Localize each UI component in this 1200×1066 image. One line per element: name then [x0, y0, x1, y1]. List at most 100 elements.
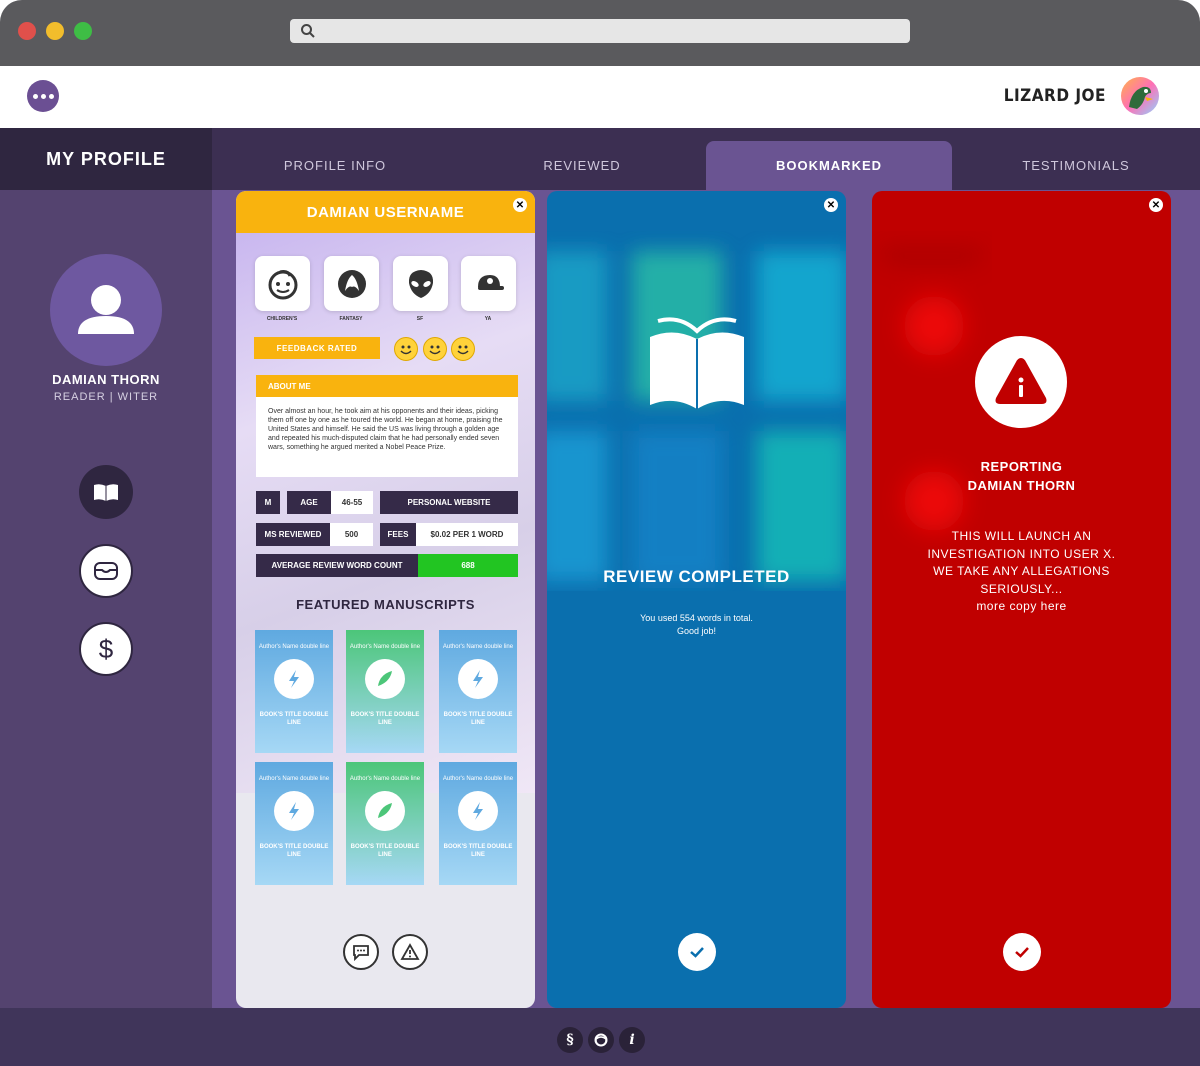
alert-triangle-icon [995, 358, 1047, 404]
report-body-line: THIS WILL LAUNCH AN [951, 529, 1092, 543]
lightning-icon [458, 659, 498, 699]
report-button[interactable] [392, 934, 428, 970]
book-icon [94, 484, 118, 501]
more-menu-button[interactable] [27, 80, 59, 112]
alien-icon [408, 269, 433, 298]
card-title: DAMIAN USERNAME [236, 191, 535, 233]
sidebar-payments-button[interactable]: $ [79, 622, 133, 676]
manuscript-author: Author's Name double line [442, 776, 514, 782]
lightning-icon [274, 791, 314, 831]
genre-label: YA [484, 316, 492, 322]
close-review-card-button[interactable]: ✕ [824, 198, 838, 212]
report-body-line: INVESTIGATION INTO USER X. [927, 546, 1116, 561]
close-window-button[interactable] [18, 22, 36, 40]
profile-avatar [50, 254, 162, 366]
manuscript-author: Author's Name double line [442, 644, 514, 650]
genre-sf[interactable] [393, 256, 448, 311]
manuscript-title: BOOK'S TITLE DOUBLE LINE [350, 844, 420, 858]
manuscript-title: BOOK'S TITLE DOUBLE LINE [350, 712, 420, 726]
sidebar-books-button[interactable] [79, 465, 133, 519]
legal-icon[interactable]: § [557, 1027, 583, 1053]
report-title-line2: DAMIAN THORN [967, 478, 1076, 493]
age-label: AGE [287, 491, 331, 514]
child-face-icon [268, 269, 297, 299]
manuscript-card[interactable]: Author's Name double line BOOK'S TITLE DO… [439, 630, 517, 753]
dollar-icon: $ [98, 633, 114, 664]
cap-icon [477, 274, 504, 290]
fees-value: $0.02 PER 1 WORD [416, 523, 518, 546]
profile-card: DAMIAN USERNAME ✕ CHILDREN'S FANTASY SF … [236, 191, 535, 1008]
tab-testimonials[interactable]: TESTIMONIALS [953, 141, 1199, 190]
smiley-icon [394, 337, 418, 361]
confirm-review-button[interactable] [678, 933, 716, 971]
maximize-window-button[interactable] [74, 22, 92, 40]
genre-label: SF [416, 316, 424, 322]
profile-name: DAMIAN THORN [52, 372, 160, 387]
fees-label: FEES [380, 523, 416, 546]
review-completed-card: ✕ REVIEW COMPLETED You used 554 words in… [547, 191, 846, 1008]
avg-word-count-label: AVERAGE REVIEW WORD COUNT [256, 554, 418, 577]
feedback-rated-label: FEEDBACK RATED [254, 337, 380, 359]
personal-website-button[interactable]: PERSONAL WEBSITE [380, 491, 518, 514]
about-me-heading: ABOUT ME [256, 375, 518, 397]
manuscript-author: Author's Name double line [258, 644, 330, 650]
current-username: LIZARD JOE [1003, 86, 1106, 106]
message-button[interactable] [343, 934, 379, 970]
tab-reviewed[interactable]: REVIEWED [459, 141, 705, 190]
minimize-window-button[interactable] [46, 22, 64, 40]
genre-childrens[interactable] [255, 256, 310, 311]
open-book-icon [650, 317, 744, 409]
report-title-line1: REPORTING [980, 459, 1063, 474]
feather-icon [365, 659, 405, 699]
report-body-line: more copy here [976, 599, 1067, 613]
manuscript-card[interactable]: Author's Name double line BOOK'S TITLE DO… [346, 762, 424, 885]
search-icon [301, 24, 315, 38]
manuscript-card[interactable]: Author's Name double line BOOK'S TITLE DO… [255, 762, 333, 885]
report-body-line: WE TAKE ANY ALLEGATIONS [933, 564, 1110, 578]
genre-ya[interactable] [461, 256, 516, 311]
info-icon[interactable]: i [619, 1027, 645, 1053]
support-icon[interactable] [588, 1027, 614, 1053]
report-body-line: SERIOUSLY... [980, 581, 1063, 596]
confirm-report-button[interactable] [1003, 933, 1041, 971]
genre-label: CHILDREN'S [266, 316, 298, 322]
gender-badge: M [256, 491, 280, 514]
review-completed-title: REVIEW COMPLETED [603, 567, 790, 586]
manuscript-author: Author's Name double line [349, 776, 421, 782]
close-icon: ✕ [826, 199, 836, 211]
manuscript-author: Author's Name double line [258, 776, 330, 782]
manuscript-card[interactable]: Author's Name double line BOOK'S TITLE DO… [346, 630, 424, 753]
check-icon [690, 947, 704, 958]
about-me-text: Over almost an hour, he took aim at his … [256, 397, 518, 477]
warning-icon [400, 943, 420, 960]
close-icon: ✕ [515, 199, 525, 211]
lizard-avatar-icon [1129, 86, 1153, 109]
tab-bookmarked[interactable]: BOOKMARKED [706, 141, 952, 190]
close-profile-card-button[interactable]: ✕ [513, 198, 527, 212]
manuscript-card[interactable]: Author's Name double line BOOK'S TITLE DO… [255, 630, 333, 753]
sidebar-inbox-button[interactable] [79, 544, 133, 598]
age-value: 46-55 [331, 491, 373, 514]
lightning-icon [458, 791, 498, 831]
close-report-card-button[interactable]: ✕ [1149, 198, 1163, 212]
manuscript-title: BOOK'S TITLE DOUBLE LINE [443, 712, 513, 726]
person-icon [78, 285, 134, 334]
check-icon [1015, 947, 1029, 958]
tab-profile-info[interactable]: PROFILE INFO [212, 141, 458, 190]
review-good-job: Good job! [676, 626, 717, 636]
user-avatar[interactable] [1121, 77, 1159, 115]
manuscript-title: BOOK'S TITLE DOUBLE LINE [259, 712, 329, 726]
manuscript-card[interactable]: Author's Name double line BOOK'S TITLE DO… [439, 762, 517, 885]
feather-icon [365, 791, 405, 831]
chat-icon [353, 945, 369, 962]
lightning-icon [274, 659, 314, 699]
ms-reviewed-label: MS REVIEWED [256, 523, 330, 546]
genre-fantasy[interactable] [324, 256, 379, 311]
dragon-icon [337, 269, 366, 298]
review-words-used: You used 554 words in total. [640, 613, 753, 623]
featured-manuscripts-heading: FEATURED MANUSCRIPTS [296, 597, 475, 612]
address-bar[interactable] [290, 19, 910, 43]
genre-label: FANTASY [339, 316, 363, 322]
ms-reviewed-value: 500 [330, 523, 373, 546]
my-profile-heading: MY PROFILE [0, 128, 212, 190]
